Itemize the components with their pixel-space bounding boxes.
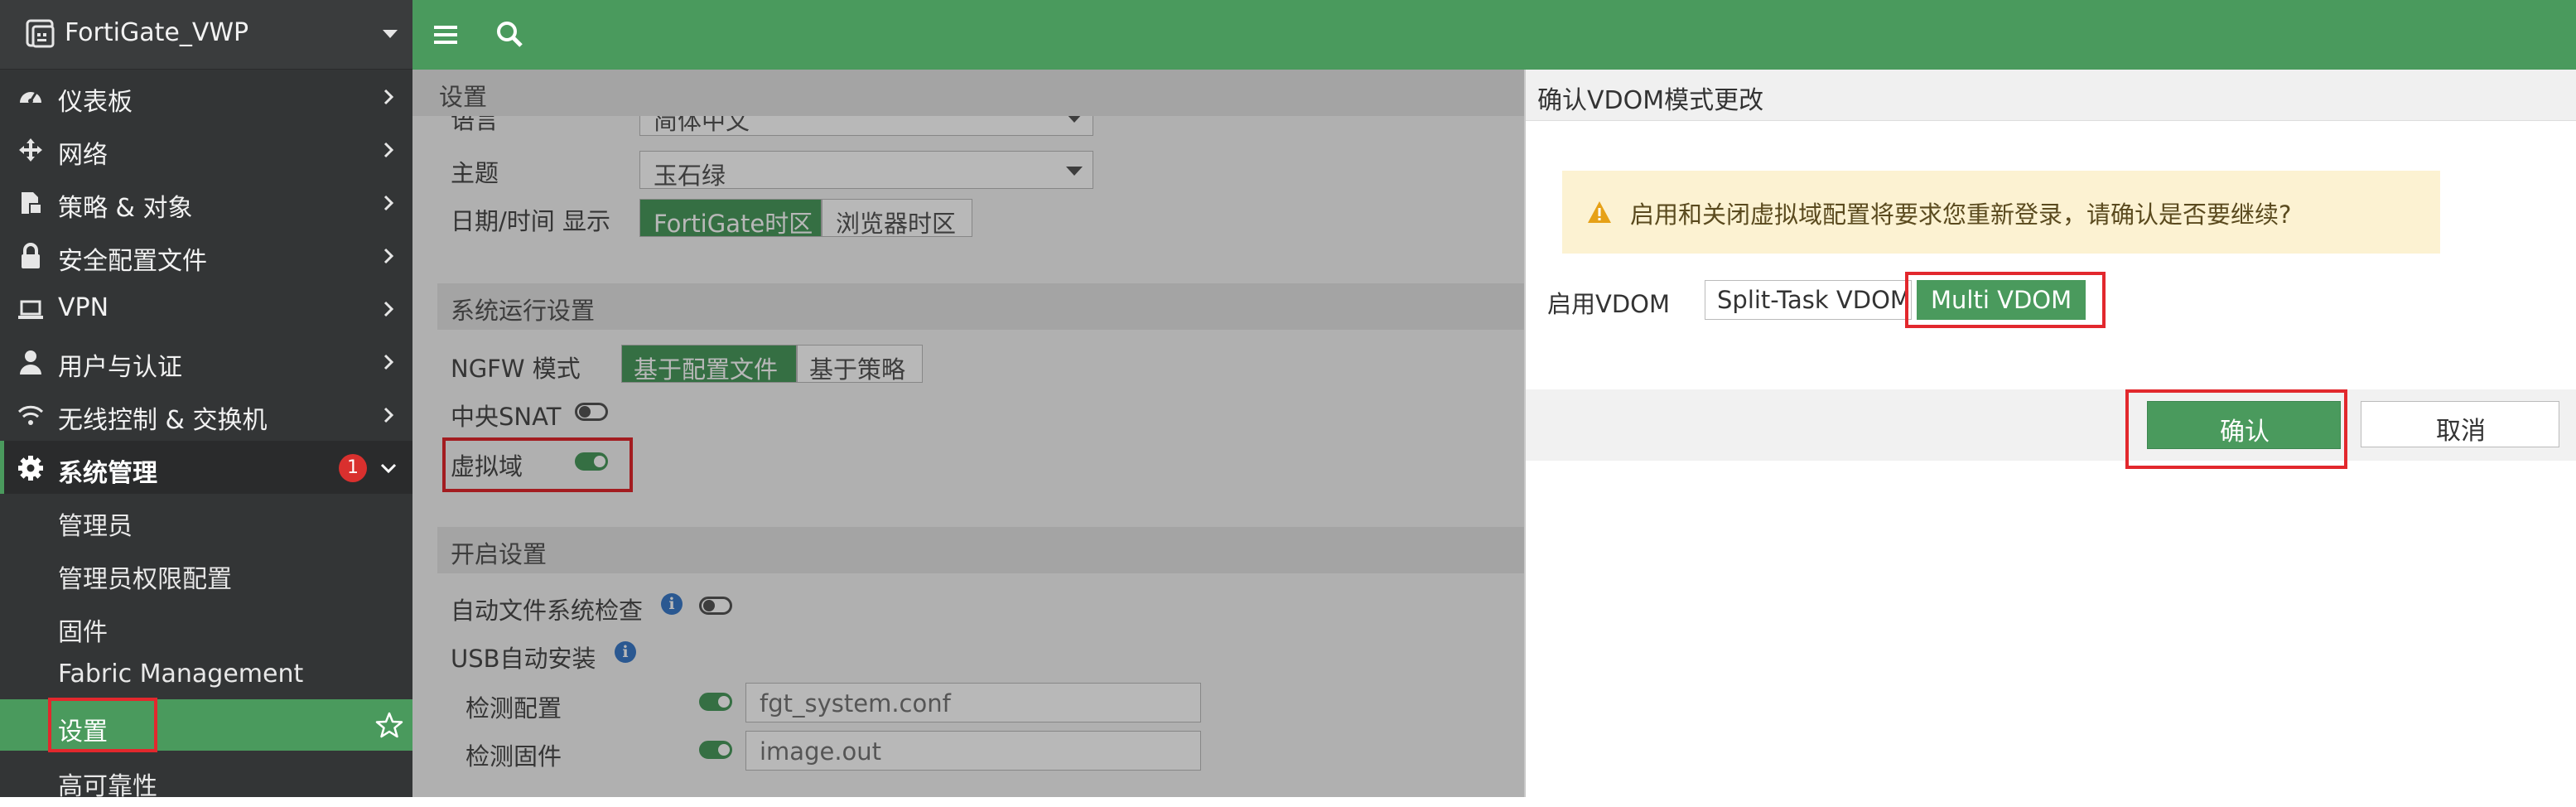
sidebar-subitem-label: 高可靠性 — [58, 772, 157, 801]
caret-down-icon — [383, 30, 398, 38]
warning-message: 启用和关闭虚拟域配置将要求您重新登录，请确认是否要继续? — [1562, 171, 2440, 254]
sidebar-subitem-label: 固件 — [58, 618, 108, 647]
highlight-box-multi-vdom — [1905, 272, 2106, 328]
chevron-right-icon — [378, 245, 399, 267]
sidebar-item-system[interactable]: 系统管理 1 — [0, 441, 412, 494]
dialog-title: 确认VDOM模式更改 — [1537, 86, 1764, 115]
chevron-right-icon — [378, 139, 399, 161]
lock-icon — [17, 242, 45, 270]
sidebar-item-label: 仪表板 — [58, 88, 133, 117]
dashboard-icon — [17, 83, 45, 111]
sidebar-subitem-label: 管理员权限配置 — [58, 565, 232, 594]
highlight-box-confirm — [2125, 389, 2347, 469]
sidebar-subitem-ha[interactable]: 高可靠性 — [0, 754, 412, 807]
sidebar-item-security-profiles[interactable]: 安全配置文件 — [0, 229, 412, 282]
sidebar-subitem-admin-profiles[interactable]: 管理员权限配置 — [0, 547, 412, 600]
hamburger-menu-icon[interactable] — [432, 22, 459, 48]
user-icon — [17, 348, 45, 376]
sidebar-item-label: 安全配置文件 — [58, 247, 207, 276]
highlight-box-settings — [48, 698, 157, 752]
cancel-button-label: 取消 — [2436, 417, 2486, 446]
fortigate-device-icon — [25, 17, 58, 50]
sidebar-subitem-label: Fabric Management — [58, 660, 304, 689]
sidebar-subitem-administrators[interactable]: 管理员 — [0, 494, 412, 547]
cancel-button[interactable]: 取消 — [2361, 401, 2559, 447]
chevron-right-icon — [378, 351, 399, 373]
chevron-down-icon — [378, 457, 399, 479]
chevron-right-icon — [378, 298, 399, 320]
chevron-right-icon — [378, 192, 399, 214]
sidebar-item-label: 无线控制 & 交换机 — [58, 406, 268, 435]
sidebar-subitem-label: 管理员 — [58, 512, 133, 541]
star-favorite-icon[interactable] — [375, 711, 403, 739]
vdom-option-split-task[interactable]: Split-Task VDOM — [1705, 280, 1912, 320]
sidebar-item-dashboard[interactable]: 仪表板 — [0, 70, 412, 123]
sidebar-item-user-auth[interactable]: 用户与认证 — [0, 335, 412, 388]
sidebar-item-label: 用户与认证 — [58, 353, 182, 382]
chevron-right-icon — [378, 86, 399, 108]
gear-icon — [17, 454, 45, 482]
sidebar-item-label: 系统管理 — [58, 459, 157, 488]
modal-backdrop[interactable] — [412, 70, 1524, 797]
sidebar-item-label: 策略 & 对象 — [58, 194, 193, 223]
sidebar-item-label: 网络 — [58, 141, 108, 170]
notification-badge: 1 — [339, 454, 367, 482]
device-selector[interactable]: FortiGate_VWP — [0, 0, 412, 70]
sidebar-subitem-fabric-management[interactable]: Fabric Management — [0, 648, 412, 701]
chevron-right-icon — [378, 404, 399, 426]
wifi-icon — [17, 401, 45, 429]
warning-text: 启用和关闭虚拟域配置将要求您重新登录，请确认是否要继续? — [1630, 201, 2292, 229]
laptop-icon — [17, 295, 45, 323]
policy-icon — [17, 189, 45, 217]
sidebar-subitem-firmware[interactable]: 固件 — [0, 600, 412, 653]
sidebar-item-network[interactable]: 网络 — [0, 123, 412, 176]
network-move-icon — [17, 136, 45, 164]
sidebar-item-policy-objects[interactable]: 策略 & 对象 — [0, 176, 412, 229]
sidebar-item-wifi-switch[interactable]: 无线控制 & 交换机 — [0, 388, 412, 441]
dialog-title-bar: 确认VDOM模式更改 — [1526, 70, 2576, 121]
search-icon[interactable] — [495, 20, 523, 48]
sidebar-item-vpn[interactable]: VPN — [0, 282, 412, 335]
warning-triangle-icon — [1587, 201, 1612, 224]
vdom-option-split-task-label: Split-Task VDOM — [1717, 286, 1911, 314]
top-bar — [412, 0, 2576, 70]
device-name: FortiGate_VWP — [65, 18, 249, 47]
enable-vdom-label: 启用VDOM — [1547, 290, 1671, 318]
sidebar-item-label: VPN — [58, 293, 109, 322]
